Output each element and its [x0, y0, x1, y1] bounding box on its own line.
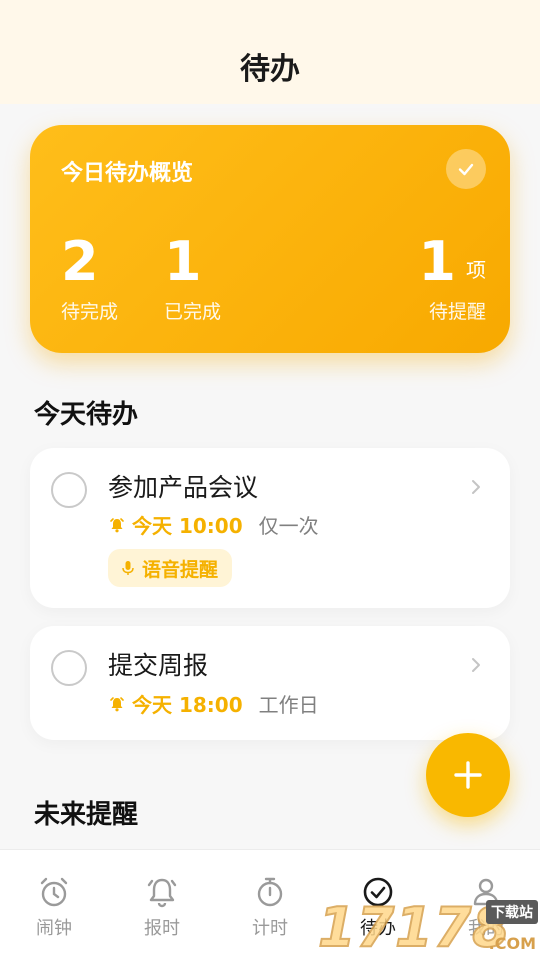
todo-repeat: 仅一次 [258, 514, 319, 538]
todo-meta: 今天 10:00 仅一次 [108, 510, 319, 539]
alarm-clock-icon [36, 874, 72, 910]
done-label: 已完成 [164, 301, 222, 323]
future-section-title: 未来提醒 [34, 800, 139, 830]
done-stat: 1 已完成 [164, 233, 221, 324]
voice-reminder-tag: 语音提醒 [108, 549, 233, 587]
reminder-label: 待提醒 [428, 301, 486, 323]
chevron-right-icon [472, 480, 480, 494]
todo-title: 参加产品会议 [108, 473, 259, 502]
stopwatch-icon [252, 874, 288, 910]
voice-reminder-label: 语音提醒 [142, 558, 219, 581]
pending-stat: 2 待完成 [61, 233, 118, 324]
watermark-logo: 17178 下载站 .COM [317, 895, 540, 960]
today-summary-card: 今日待办概览 2 待完成 1 已完成 1 项 待提醒 [30, 125, 510, 353]
summary-check-icon[interactable] [446, 149, 486, 189]
todo-repeat: 工作日 [258, 693, 319, 717]
todo-meta: 今天 18:00 工作日 [108, 689, 319, 718]
tab-alarm[interactable]: 闹钟 [0, 850, 108, 960]
todo-card[interactable]: 参加产品会议 今天 10:00 仅一次 语音提醒 [30, 448, 510, 608]
microphone-icon [122, 561, 134, 575]
summary-title: 今日待办概览 [61, 161, 194, 186]
todo-time: 今天 10:00 [132, 514, 243, 538]
tab-label: 计时 [252, 918, 288, 939]
tab-label: 闹钟 [36, 918, 72, 939]
watermark-text: 17178 [317, 895, 511, 960]
page-title: 待办 [240, 52, 300, 87]
reminder-unit: 项 [466, 258, 486, 282]
today-section-title: 今天待办 [34, 400, 139, 430]
complete-checkbox[interactable] [51, 472, 87, 508]
todo-card[interactable]: 提交周报 今天 18:00 工作日 [30, 626, 510, 740]
reminder-count: 1 [418, 230, 456, 293]
tab-label: 报时 [144, 918, 180, 939]
bell-icon [144, 874, 180, 910]
add-todo-button[interactable] [426, 733, 510, 817]
top-bar: 待办 [0, 0, 540, 104]
tab-chime[interactable]: 报时 [108, 850, 216, 960]
todo-title: 提交周报 [108, 651, 209, 680]
plus-icon [454, 761, 482, 789]
tab-timer[interactable]: 计时 [216, 850, 324, 960]
pending-label: 待完成 [61, 301, 119, 323]
watermark-tag: 下载站 [486, 900, 538, 924]
todo-time: 今天 18:00 [132, 693, 243, 717]
watermark-suffix: .COM [488, 934, 536, 953]
reminder-stat: 1 项 待提醒 [418, 233, 486, 324]
alarm-bell-icon [110, 517, 124, 532]
pending-count: 2 [61, 230, 99, 293]
alarm-bell-icon [110, 696, 124, 711]
done-count: 1 [164, 230, 202, 293]
complete-checkbox[interactable] [51, 650, 87, 686]
chevron-right-icon [472, 658, 480, 672]
